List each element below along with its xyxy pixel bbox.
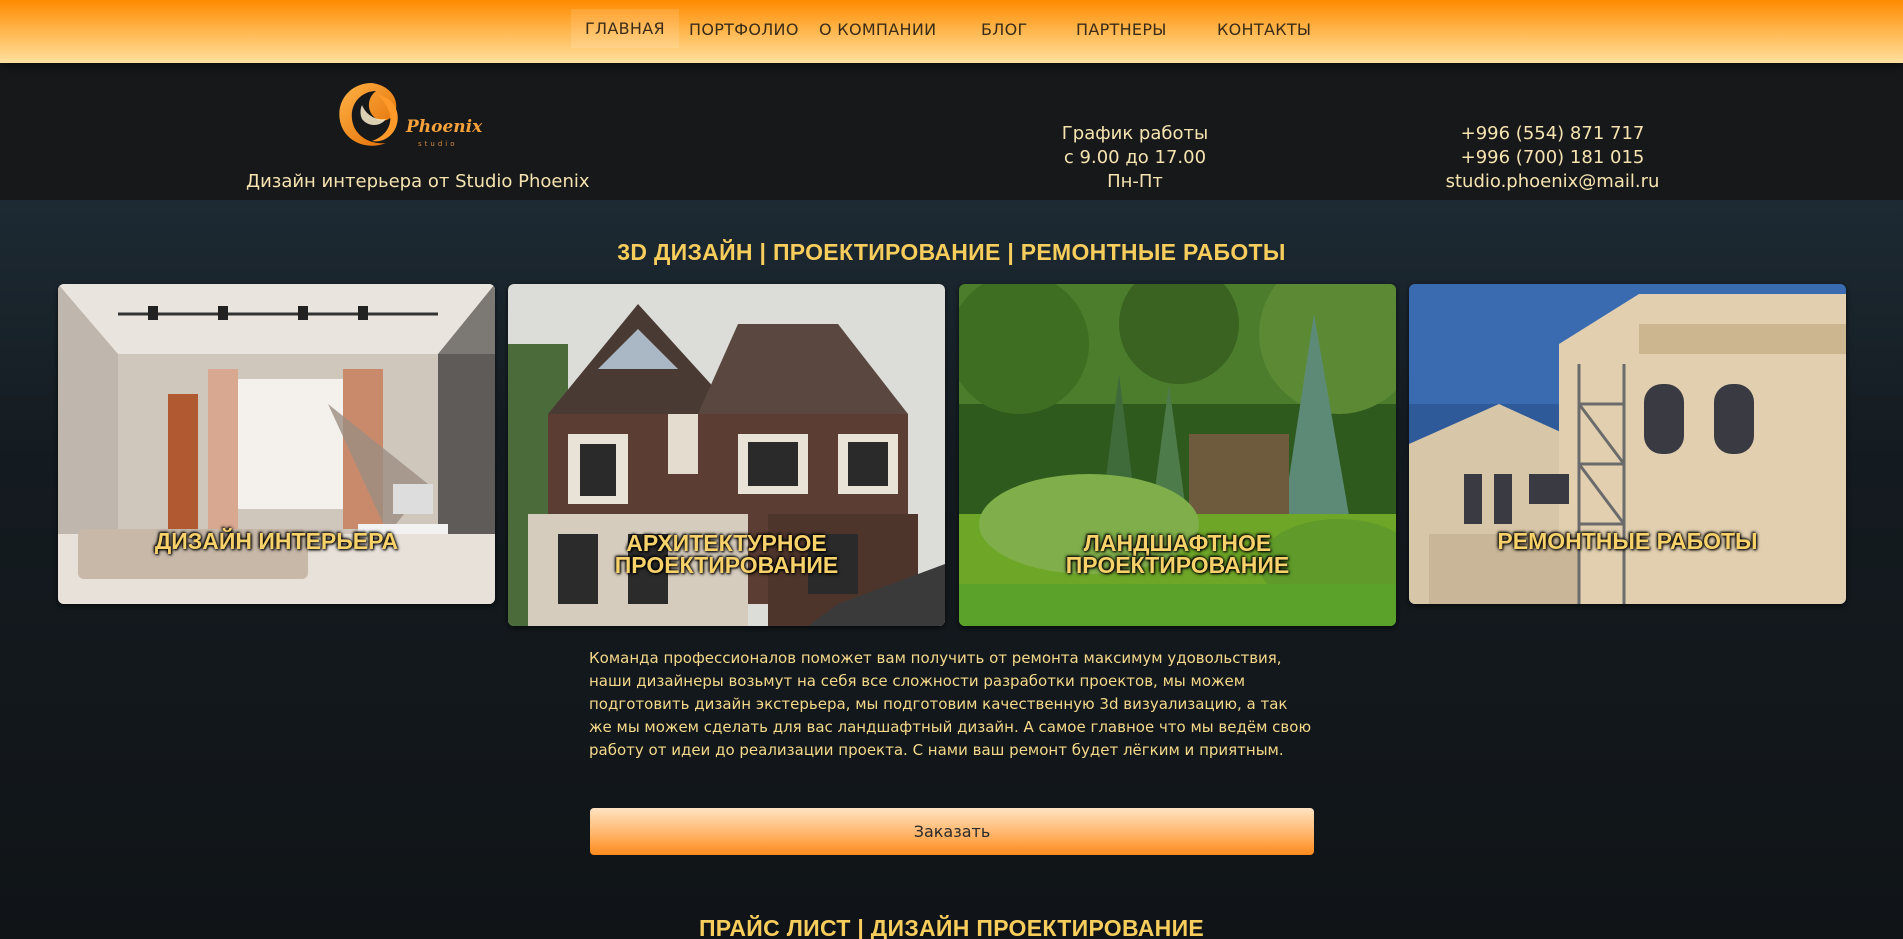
services-title: 3D ДИЗАЙН | ПРОЕКТИРОВАНИЕ | РЕМОНТНЫЕ Р… xyxy=(617,239,1286,265)
logo-subtext: studio xyxy=(418,140,458,148)
card-label-renovation: РЕМОНТНЫЕ РАБОТЫ xyxy=(1497,528,1758,554)
contact-info: +996 (554) 871 717 +996 (700) 181 015 st… xyxy=(1430,122,1675,194)
price-list-title: ПРАЙС ЛИСТ | ДИЗАЙН ПРОЕКТИРОВАНИЕ xyxy=(698,915,1205,939)
renovation-image xyxy=(1409,284,1846,604)
schedule-days: Пн-Пт xyxy=(1107,171,1163,192)
nav-item-portfolio[interactable]: ПОРТФОЛИО xyxy=(689,20,799,39)
phone-1[interactable]: +996 (554) 871 717 xyxy=(1430,122,1675,146)
nav-item-partners[interactable]: ПАРТНЕРЫ xyxy=(1076,20,1167,39)
schedule-title: График работы xyxy=(1061,123,1209,144)
service-card-renovation[interactable]: РЕМОНТНЫЕ РАБОТЫ xyxy=(1409,284,1846,604)
service-card-interior[interactable]: ДИЗАЙН ИНТЕРЬЕРА xyxy=(58,284,495,604)
nav-item-about[interactable]: О КОМПАНИИ xyxy=(819,20,936,39)
service-card-architecture[interactable]: АРХИТЕКТУРНОЕ ПРОЕКТИРОВАНИЕ xyxy=(508,284,945,626)
order-button[interactable]: Заказать xyxy=(590,808,1314,855)
card-label-landscape: ЛАНДШАФТНОЕ ПРОЕКТИРОВАНИЕ xyxy=(1065,530,1290,578)
card-label-architecture: АРХИТЕКТУРНОЕ ПРОЕКТИРОВАНИЕ xyxy=(614,530,839,578)
service-card-landscape[interactable]: ЛАНДШАФТНОЕ ПРОЕКТИРОВАНИЕ xyxy=(959,284,1396,626)
nav-item-home[interactable]: ГЛАВНАЯ xyxy=(571,9,679,48)
work-schedule: График работы с 9.00 до 17.00 Пн-Пт xyxy=(1020,122,1250,194)
top-navigation: ГЛАВНАЯ ПОРТФОЛИО О КОМПАНИИ БЛОГ ПАРТНЕ… xyxy=(0,0,1903,63)
company-description: Команда профессионалов поможет вам получ… xyxy=(589,649,1312,759)
interior-image xyxy=(58,284,495,604)
phoenix-logo[interactable]: Phoenix studio xyxy=(332,75,492,155)
card-label-interior: ДИЗАЙН ИНТЕРЬЕРА xyxy=(154,528,399,554)
schedule-hours: с 9.00 до 17.00 xyxy=(1063,147,1207,168)
email-link[interactable]: studio.phoenix@mail.ru xyxy=(1430,170,1675,194)
nav-item-contacts[interactable]: КОНТАКТЫ xyxy=(1217,20,1311,39)
site-tagline: Дизайн интерьера от Studio Phoenix xyxy=(246,171,590,192)
phone-2[interactable]: +996 (700) 181 015 xyxy=(1430,146,1675,170)
nav-item-blog[interactable]: БЛОГ xyxy=(981,20,1028,39)
logo-text: Phoenix xyxy=(405,117,483,137)
